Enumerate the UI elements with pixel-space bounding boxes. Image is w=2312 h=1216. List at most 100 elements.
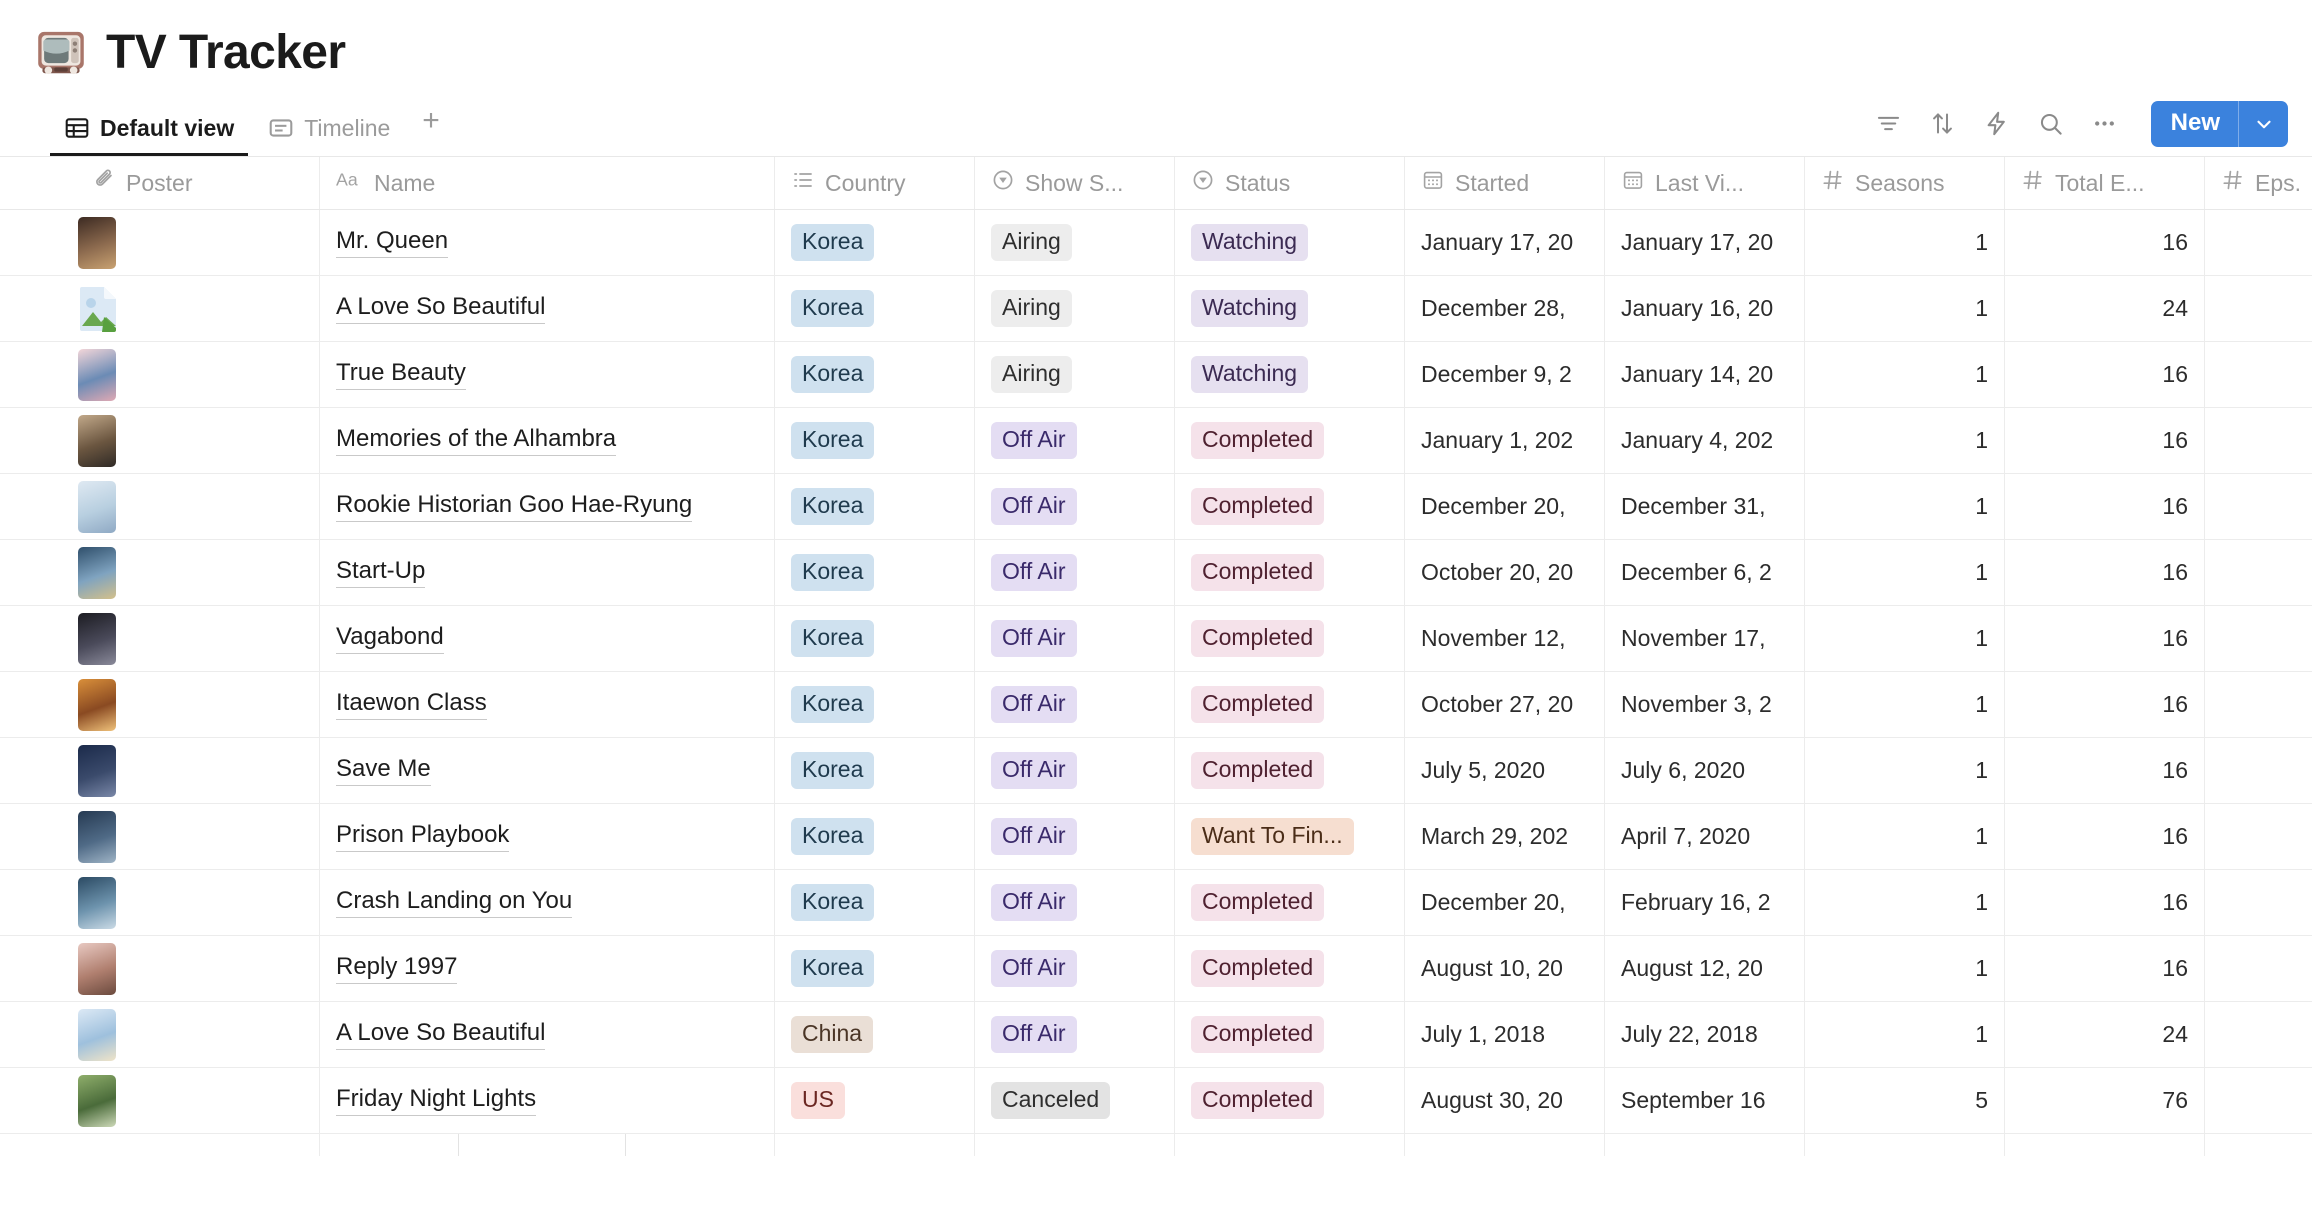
cell-show[interactable]: Airing bbox=[975, 276, 1175, 341]
cell-started[interactable]: December 9, 2 bbox=[1405, 342, 1605, 407]
column-header-started[interactable]: Started bbox=[1405, 157, 1605, 209]
poster-thumbnail[interactable] bbox=[78, 216, 116, 269]
row-name-link[interactable]: Start-Up bbox=[336, 557, 426, 588]
tab-timeline[interactable]: Timeline bbox=[254, 100, 404, 156]
cell-name[interactable]: Mr. Queen bbox=[320, 210, 775, 275]
cell-started[interactable]: March 29, 202 bbox=[1405, 804, 1605, 869]
poster-thumbnail[interactable] bbox=[78, 612, 116, 665]
search-icon[interactable] bbox=[2037, 110, 2065, 138]
cell-eps[interactable] bbox=[2205, 738, 2312, 803]
cell-country[interactable]: Korea bbox=[775, 276, 975, 341]
table-row[interactable]: Vagabond Korea Off Air Completed November 12… bbox=[0, 606, 2312, 672]
chevron-down-icon[interactable] bbox=[2238, 100, 2288, 148]
cell-last[interactable]: January 14, 20 bbox=[1605, 342, 1805, 407]
cell-seasons[interactable]: 1 bbox=[1805, 276, 2005, 341]
cell-eps[interactable] bbox=[2205, 936, 2312, 1001]
cell-total[interactable]: 16 bbox=[2005, 606, 2205, 671]
cell-seasons[interactable]: 1 bbox=[1805, 606, 2005, 671]
column-header-poster[interactable]: Poster bbox=[0, 157, 320, 209]
cell-last[interactable]: July 6, 2020 bbox=[1605, 738, 1805, 803]
table-row[interactable]: True Beauty Korea Airing Watching December 9… bbox=[0, 342, 2312, 408]
row-name-link[interactable]: Save Me bbox=[336, 755, 431, 786]
row-name-link[interactable]: Itaewon Class bbox=[336, 689, 487, 720]
cell-eps[interactable] bbox=[2205, 870, 2312, 935]
cell-status[interactable]: Completed bbox=[1175, 540, 1405, 605]
table-row[interactable]: Friday Night Lights US Canceled Completed Au… bbox=[0, 1068, 2312, 1134]
cell-eps[interactable] bbox=[2205, 408, 2312, 473]
poster-thumbnail[interactable] bbox=[78, 876, 116, 929]
cell-country[interactable]: Korea bbox=[775, 738, 975, 803]
cell-show[interactable]: Airing bbox=[975, 342, 1175, 407]
cell-poster[interactable] bbox=[0, 870, 320, 935]
table-row[interactable]: Memories of the Alhambra Korea Off Air Comp… bbox=[0, 408, 2312, 474]
cell-started[interactable]: December 28, bbox=[1405, 276, 1605, 341]
cell-seasons[interactable]: 1 bbox=[1805, 540, 2005, 605]
table-row[interactable]: A Love So Beautiful China Off Air Completed… bbox=[0, 1002, 2312, 1068]
cell-total[interactable]: 16 bbox=[2005, 738, 2205, 803]
cell-status[interactable]: Completed bbox=[1175, 870, 1405, 935]
cell-started[interactable]: December 20, bbox=[1405, 474, 1605, 539]
cell-status[interactable]: Completed bbox=[1175, 672, 1405, 737]
cell-country[interactable]: Korea bbox=[775, 210, 975, 275]
cell-eps[interactable] bbox=[2205, 210, 2312, 275]
cell-total[interactable]: 16 bbox=[2005, 342, 2205, 407]
cell-last[interactable]: January 16, 20 bbox=[1605, 276, 1805, 341]
table-row[interactable]: Mr. Queen Korea Airing Watching January 17, … bbox=[0, 210, 2312, 276]
sort-icon[interactable] bbox=[1929, 110, 1957, 138]
new-row-placeholder[interactable] bbox=[458, 1134, 626, 1156]
row-name-link[interactable]: Vagabond bbox=[336, 623, 444, 654]
cell-country[interactable]: Korea bbox=[775, 342, 975, 407]
cell-total[interactable]: 16 bbox=[2005, 474, 2205, 539]
cell-show[interactable]: Off Air bbox=[975, 1002, 1175, 1067]
poster-thumbnail[interactable] bbox=[78, 546, 116, 599]
cell-poster[interactable] bbox=[0, 672, 320, 737]
cell-country[interactable]: China bbox=[775, 1002, 975, 1067]
add-view-button[interactable]: + bbox=[410, 106, 452, 150]
cell-status[interactable]: Watching bbox=[1175, 342, 1405, 407]
cell-started[interactable]: January 1, 202 bbox=[1405, 408, 1605, 473]
cell-show[interactable]: Off Air bbox=[975, 804, 1175, 869]
cell-status[interactable]: Completed bbox=[1175, 738, 1405, 803]
column-header-status[interactable]: Status bbox=[1175, 157, 1405, 209]
cell-seasons[interactable]: 1 bbox=[1805, 870, 2005, 935]
cell-status[interactable]: Want To Fin... bbox=[1175, 804, 1405, 869]
cell-country[interactable]: Korea bbox=[775, 936, 975, 1001]
cell-poster[interactable] bbox=[0, 1068, 320, 1133]
cell-eps[interactable] bbox=[2205, 276, 2312, 341]
row-name-link[interactable]: Crash Landing on You bbox=[336, 887, 573, 918]
cell-name[interactable]: Crash Landing on You bbox=[320, 870, 775, 935]
cell-last[interactable]: November 17, bbox=[1605, 606, 1805, 671]
cell-name[interactable]: A Love So Beautiful bbox=[320, 1002, 775, 1067]
cell-started[interactable]: January 17, 20 bbox=[1405, 210, 1605, 275]
cell-show[interactable]: Off Air bbox=[975, 672, 1175, 737]
cell-name[interactable]: Start-Up bbox=[320, 540, 775, 605]
cell-country[interactable]: Korea bbox=[775, 672, 975, 737]
cell-show[interactable]: Off Air bbox=[975, 936, 1175, 1001]
cell-poster[interactable] bbox=[0, 276, 320, 341]
row-name-link[interactable]: Mr. Queen bbox=[336, 227, 449, 258]
cell-eps[interactable] bbox=[2205, 474, 2312, 539]
row-name-link[interactable]: A Love So Beautiful bbox=[336, 293, 546, 324]
cell-name[interactable]: Itaewon Class bbox=[320, 672, 775, 737]
cell-started[interactable]: August 30, 20 bbox=[1405, 1068, 1605, 1133]
cell-seasons[interactable]: 1 bbox=[1805, 342, 2005, 407]
cell-last[interactable]: August 12, 20 bbox=[1605, 936, 1805, 1001]
cell-name[interactable]: Reply 1997 bbox=[320, 936, 775, 1001]
cell-poster[interactable] bbox=[0, 936, 320, 1001]
column-header-show[interactable]: Show S... bbox=[975, 157, 1175, 209]
poster-thumbnail[interactable] bbox=[78, 744, 116, 797]
cell-poster[interactable] bbox=[0, 606, 320, 671]
cell-last[interactable]: November 3, 2 bbox=[1605, 672, 1805, 737]
column-header-total[interactable]: Total E... bbox=[2005, 157, 2205, 209]
row-name-link[interactable]: Memories of the Alhambra bbox=[336, 425, 617, 456]
cell-seasons[interactable]: 1 bbox=[1805, 738, 2005, 803]
cell-status[interactable]: Completed bbox=[1175, 408, 1405, 473]
table-row[interactable]: Start-Up Korea Off Air Completed October 20,… bbox=[0, 540, 2312, 606]
cell-status[interactable]: Completed bbox=[1175, 1068, 1405, 1133]
cell-name[interactable]: Prison Playbook bbox=[320, 804, 775, 869]
cell-name[interactable]: A Love So Beautiful bbox=[320, 276, 775, 341]
cell-country[interactable]: Korea bbox=[775, 804, 975, 869]
cell-show[interactable]: Airing bbox=[975, 210, 1175, 275]
cell-show[interactable]: Off Air bbox=[975, 540, 1175, 605]
cell-started[interactable]: December 20, bbox=[1405, 870, 1605, 935]
